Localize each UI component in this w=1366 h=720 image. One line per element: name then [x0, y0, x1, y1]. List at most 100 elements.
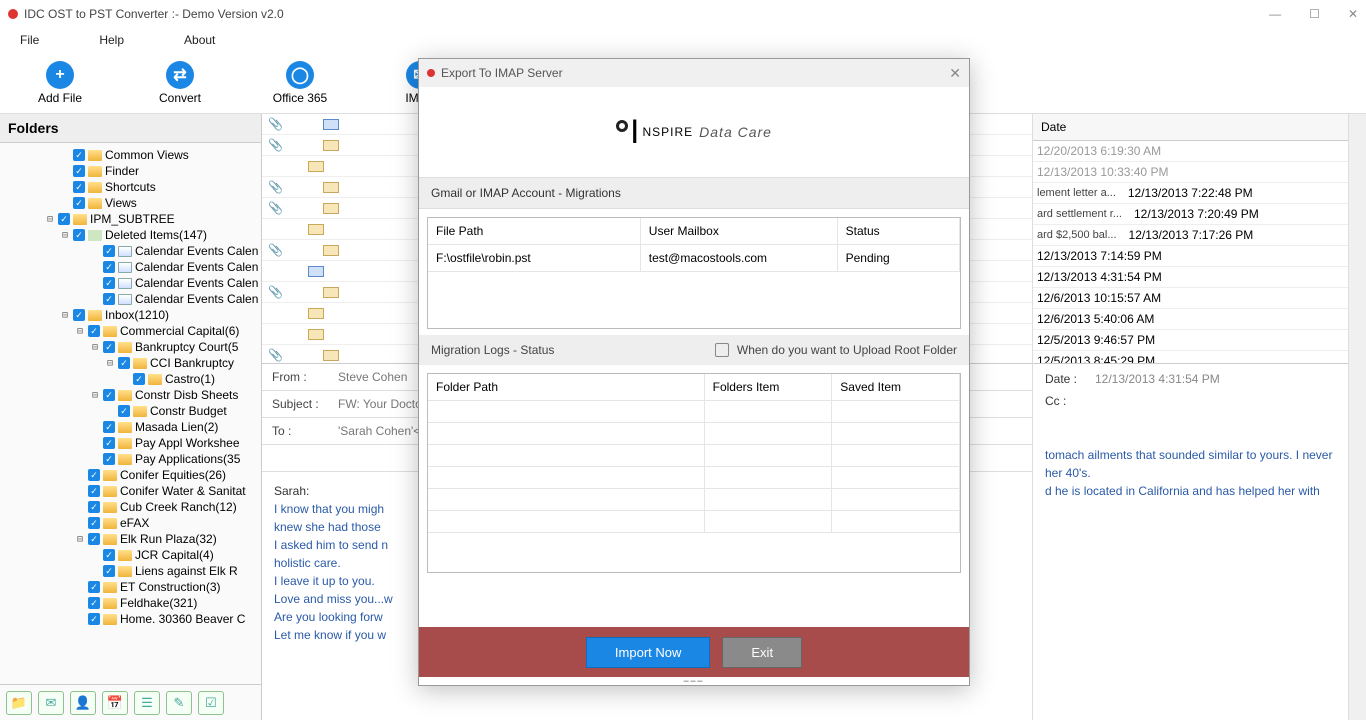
tree-node[interactable]: ⊟✓CCI Bankruptcy [0, 355, 261, 371]
tree-node[interactable]: ✓Calendar Events Calen [0, 291, 261, 307]
dialog-footer: Import Now Exit [419, 627, 969, 677]
menu-help[interactable]: Help [99, 33, 124, 47]
col-folderpath: Folder Path [428, 374, 705, 401]
tree-node[interactable]: ✓Conifer Equities(26) [0, 467, 261, 483]
tree-node[interactable]: ✓Shortcuts [0, 179, 261, 195]
bb-mail-icon[interactable]: ✉ [38, 691, 64, 715]
date-row-selected[interactable]: 12/13/2013 4:31:54 PM [1033, 267, 1348, 288]
tree-node[interactable]: ⊟✓Bankruptcy Court(5 [0, 339, 261, 355]
tree-node[interactable]: ✓Pay Applications(35 [0, 451, 261, 467]
tree-node[interactable]: ✓Cub Creek Ranch(12) [0, 499, 261, 515]
tree-node[interactable]: ✓Views [0, 195, 261, 211]
from-label: From : [272, 370, 328, 384]
date-row[interactable]: 12/20/2013 6:19:30 AM [1033, 141, 1348, 162]
tree-node[interactable]: ✓Feldhake(321) [0, 595, 261, 611]
meta-date-value: 12/13/2013 4:31:54 PM [1095, 372, 1220, 386]
envelope-icon [308, 161, 324, 172]
col-filepath: File Path [428, 218, 641, 245]
menu-about[interactable]: About [184, 33, 215, 47]
envelope-icon [323, 245, 339, 256]
bb-calendar-icon[interactable]: 📅 [102, 691, 128, 715]
folder-tree[interactable]: ✓Common Views✓Finder✓Shortcuts✓Views⊟✓IP… [0, 143, 261, 684]
val-filepath: F:\ostfile\robin.pst [428, 245, 641, 272]
upload-root-checkbox[interactable] [715, 343, 729, 357]
folders-header: Folders [0, 114, 261, 143]
minimize-button[interactable]: — [1269, 7, 1281, 21]
date-row[interactable]: 12/6/2013 5:40:06 AM [1033, 309, 1348, 330]
tree-node[interactable]: ✓eFAX [0, 515, 261, 531]
tree-node[interactable]: ✓Pay Appl Workshee [0, 435, 261, 451]
tree-node[interactable]: ⊟✓Inbox(1210) [0, 307, 261, 323]
titlebar: IDC OST to PST Converter :- Demo Version… [0, 0, 1366, 28]
date-row[interactable]: ard $2,500 bal...12/13/2013 7:17:26 PM [1033, 225, 1348, 246]
dialog-close-icon[interactable]: ✕ [949, 65, 961, 82]
envelope-icon [323, 350, 339, 361]
tree-node[interactable]: ⊟✓IPM_SUBTREE [0, 211, 261, 227]
logo: INSPIREData Care [419, 87, 969, 177]
tree-node[interactable]: ✓Calendar Events Calen [0, 275, 261, 291]
to-label: To : [272, 424, 328, 438]
close-button[interactable]: ✕ [1348, 7, 1358, 21]
date-row[interactable]: ard settlement r...12/13/2013 7:20:49 PM [1033, 204, 1348, 225]
bb-contact-icon[interactable]: 👤 [70, 691, 96, 715]
attachment-icon: 📎 [268, 348, 283, 362]
plus-icon: + [46, 61, 74, 89]
convert-button[interactable]: ⇄Convert [140, 61, 220, 105]
envelope-icon [323, 182, 339, 193]
dialog-icon [427, 69, 435, 77]
scrollbar[interactable] [1348, 114, 1366, 720]
bb-task-icon[interactable]: ☑ [198, 691, 224, 715]
office365-button[interactable]: ◯Office 365 [260, 61, 340, 105]
envelope-icon [323, 287, 339, 298]
bb-folder-icon[interactable]: 📁 [6, 691, 32, 715]
add-file-button[interactable]: +Add File [20, 61, 100, 105]
tree-node[interactable]: ✓Masada Lien(2) [0, 419, 261, 435]
import-now-button[interactable]: Import Now [586, 637, 710, 668]
date-list[interactable]: Date 12/20/2013 6:19:30 AM 12/13/2013 10… [1033, 114, 1348, 364]
menu-file[interactable]: File [20, 33, 39, 47]
migration-grid: File Path User Mailbox Status F:\ostfile… [427, 217, 961, 329]
right-panel: Date 12/20/2013 6:19:30 AM 12/13/2013 10… [1033, 114, 1348, 720]
tree-node[interactable]: ⊟✓Commercial Capital(6) [0, 323, 261, 339]
tree-node[interactable]: ⊟✓Constr Disb Sheets [0, 387, 261, 403]
tree-node[interactable]: ⊟✓Elk Run Plaza(32) [0, 531, 261, 547]
tree-node[interactable]: ⊟✓Deleted Items(147) [0, 227, 261, 243]
tree-node[interactable]: ✓Constr Budget [0, 403, 261, 419]
exit-button[interactable]: Exit [722, 637, 802, 668]
attachment-icon: 📎 [268, 138, 283, 152]
tree-node[interactable]: ✓Home. 30360 Beaver C [0, 611, 261, 627]
office-icon: ◯ [286, 61, 314, 89]
val-status: Pending [838, 245, 960, 272]
tree-node[interactable]: ✓ET Construction(3) [0, 579, 261, 595]
col-saveditem: Saved Item [832, 374, 960, 401]
date-row[interactable]: 12/13/2013 10:33:40 PM [1033, 162, 1348, 183]
date-row[interactable]: lement letter a...12/13/2013 7:22:48 PM [1033, 183, 1348, 204]
upload-root-label: When do you want to Upload Root Folder [737, 343, 957, 357]
tree-node[interactable]: ✓Castro(1) [0, 371, 261, 387]
logs-row: Migration Logs - Status When do you want… [419, 335, 969, 365]
from-value: Steve Cohen [338, 370, 407, 384]
envelope-icon [308, 224, 324, 235]
tree-node[interactable]: ✓Finder [0, 163, 261, 179]
date-row[interactable]: 12/5/2013 8:45:29 PM [1033, 351, 1348, 364]
mail-body-right: tomach ailments that sounded similar to … [1033, 416, 1348, 510]
dialog-titlebar: Export To IMAP Server ✕ [419, 59, 969, 87]
resize-grip[interactable]: ━━━ [419, 677, 969, 685]
maximize-button[interactable]: ☐ [1309, 7, 1320, 21]
val-usermailbox: test@macostools.com [641, 245, 838, 272]
date-row[interactable]: 12/6/2013 10:15:57 AM [1033, 288, 1348, 309]
tree-node[interactable]: ✓Conifer Water & Sanitat [0, 483, 261, 499]
tree-node[interactable]: ✓JCR Capital(4) [0, 547, 261, 563]
bb-note-icon[interactable]: ✎ [166, 691, 192, 715]
date-row[interactable]: 12/5/2013 9:46:57 PM [1033, 330, 1348, 351]
bb-list-icon[interactable]: ☰ [134, 691, 160, 715]
date-row[interactable]: 12/13/2013 7:14:59 PM [1033, 246, 1348, 267]
tree-node[interactable]: ✓Common Views [0, 147, 261, 163]
tree-node[interactable]: ✓Liens against Elk R [0, 563, 261, 579]
folder-toolbar: 📁 ✉ 👤 📅 ☰ ✎ ☑ [0, 684, 261, 720]
dialog-heading: Gmail or IMAP Account - Migrations [419, 177, 969, 209]
app-icon [8, 9, 18, 19]
date-header: Date [1033, 114, 1348, 141]
tree-node[interactable]: ✓Calendar Events Calen [0, 259, 261, 275]
tree-node[interactable]: ✓Calendar Events Calen [0, 243, 261, 259]
